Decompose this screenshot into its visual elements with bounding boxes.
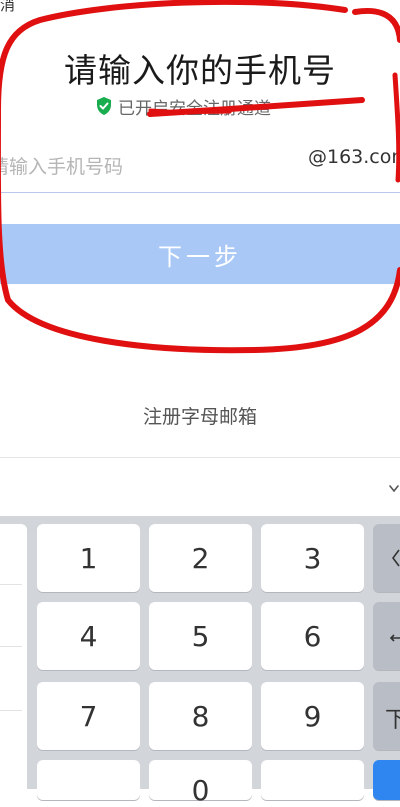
key-1[interactable]: 1 (37, 524, 140, 592)
phone-number-input[interactable] (0, 148, 272, 186)
keyboard-symbol-column[interactable] (0, 524, 27, 789)
divider (0, 584, 22, 585)
cancel-link[interactable]: 消 (0, 0, 15, 15)
key-4[interactable]: 4 (37, 602, 140, 670)
symbol-switch-label: 下 (385, 708, 400, 733)
secure-notice: 已开启安全注册通道 (96, 95, 271, 119)
page-title: 请输入你的手机号 (64, 51, 336, 90)
shield-check-icon (97, 97, 111, 115)
register-alpha-mailbox-link[interactable]: 注册字母邮箱 (0, 402, 400, 429)
key-7[interactable]: 7 (37, 682, 140, 750)
enter-key[interactable] (373, 602, 400, 670)
key-2[interactable]: 2 (149, 524, 252, 592)
key-8[interactable]: 8 (149, 682, 252, 750)
key-3[interactable]: 3 (261, 524, 364, 592)
email-domain-suffix: @163.com (308, 146, 400, 168)
divider (0, 710, 22, 711)
symbol-switch-key[interactable]: 下 (373, 682, 400, 750)
backspace-icon (392, 549, 400, 567)
key-5[interactable]: 5 (149, 602, 252, 670)
secure-notice-text: 已开启安全注册通道 (118, 98, 271, 119)
keyboard-toolbar (0, 458, 400, 516)
enter-icon (389, 634, 400, 642)
confirm-key[interactable] (373, 760, 400, 800)
key-0-label: 0 (191, 774, 210, 807)
backspace-key[interactable] (373, 524, 400, 592)
key-6[interactable]: 6 (261, 602, 364, 670)
key-blank-left[interactable] (37, 760, 140, 800)
key-0[interactable]: 0 (149, 760, 252, 807)
next-step-button[interactable]: 下一步 (0, 224, 400, 284)
keyboard-collapse-icon[interactable] (388, 484, 400, 494)
key-blank-right[interactable] (261, 760, 364, 800)
divider (0, 646, 22, 647)
key-9[interactable]: 9 (261, 682, 364, 750)
